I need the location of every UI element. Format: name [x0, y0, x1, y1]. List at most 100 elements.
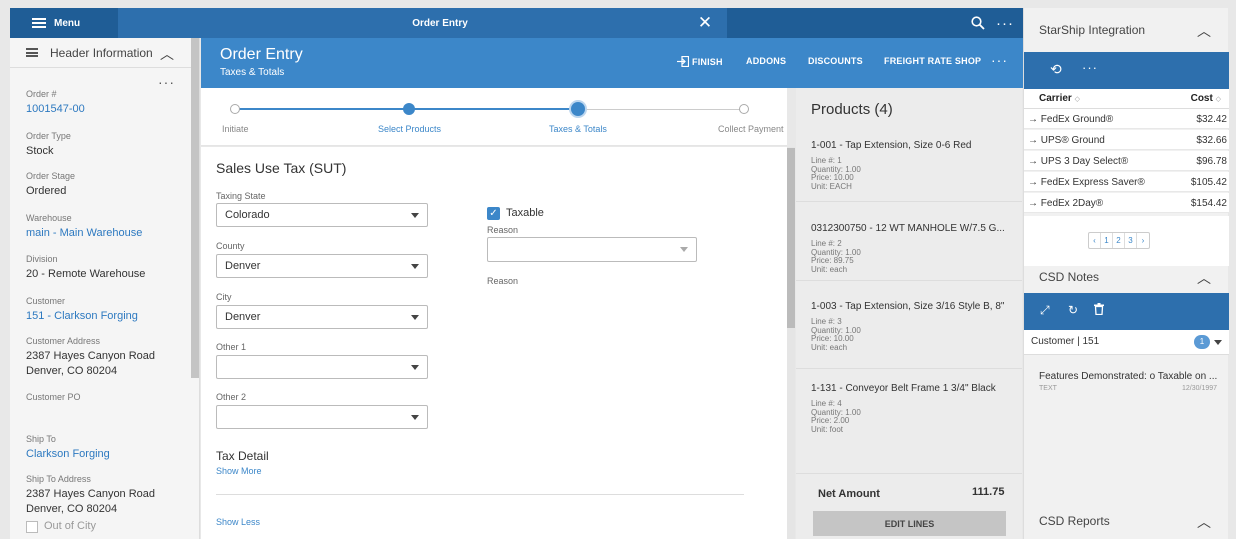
- scrollbar[interactable]: [191, 38, 199, 378]
- trash-icon[interactable]: [1094, 303, 1104, 318]
- taxing-state-label: Taxing State: [216, 191, 266, 201]
- product-details: Line #: 1 Quantity: 1.00 Price: 10.00 Unit:…: [811, 156, 861, 191]
- taxing-state-select[interactable]: Colorado: [216, 203, 428, 227]
- notes-filter-select[interactable]: Customer | 151 1: [1024, 330, 1229, 355]
- prev-page-button[interactable]: ‹: [1089, 233, 1101, 248]
- finish-button[interactable]: FINISH: [677, 56, 723, 67]
- table-row[interactable]: → UPS 3 Day Select® $96.78: [1024, 151, 1229, 171]
- product-unit: Unit: each: [811, 264, 848, 274]
- reason-select[interactable]: [487, 237, 697, 262]
- step-select-products-label: Select Products: [378, 124, 442, 134]
- chevron-up-icon[interactable]: ︿: [160, 44, 174, 64]
- other1-select[interactable]: [216, 355, 428, 379]
- csd-notes-header[interactable]: CSD Notes ︿: [1024, 262, 1229, 292]
- product-item[interactable]: 0312300750 - 12 WT MANHOLE W/7.5 G... Li…: [796, 213, 1022, 281]
- carrier-name: → UPS 3 Day Select®: [1028, 156, 1129, 167]
- table-row[interactable]: → FedEx Ground® $32.42: [1024, 109, 1229, 129]
- pager-area: ‹ 1 2 3 ›: [1024, 216, 1229, 266]
- more-options-icon[interactable]: ···: [993, 8, 1017, 38]
- table-row[interactable]: → FedEx 2Day® $154.42: [1024, 193, 1229, 213]
- search-icon[interactable]: [968, 8, 988, 38]
- carrier-cost: $105.42: [1190, 177, 1227, 188]
- page-subtitle: Taxes & Totals: [220, 67, 285, 78]
- warehouse-value[interactable]: main - Main Warehouse: [26, 226, 142, 241]
- page-1-button[interactable]: 1: [1101, 233, 1113, 248]
- note-title[interactable]: Features Demonstrated: o Taxable on ...: [1039, 371, 1219, 382]
- finish-label: FINISH: [692, 56, 723, 67]
- more-options-icon[interactable]: ···: [991, 52, 1008, 68]
- carrier-cost: $154.42: [1190, 198, 1227, 209]
- list-icon: [26, 48, 38, 57]
- scrollbar-thumb[interactable]: [787, 148, 795, 328]
- page-3-button[interactable]: 3: [1125, 233, 1137, 248]
- more-options-icon[interactable]: ···: [1082, 60, 1098, 75]
- header-information-title: Header Information: [50, 45, 153, 60]
- products-title: Products (4): [811, 101, 893, 118]
- county-select[interactable]: Denver: [216, 254, 428, 278]
- table-row[interactable]: → FedEx Express Saver® $105.42: [1024, 172, 1229, 192]
- table-header: Carrier ◇ Cost ◇: [1024, 89, 1229, 109]
- header-information-header[interactable]: Header Information ︿: [10, 38, 200, 68]
- customer-value[interactable]: 151 - Clarkson Forging: [26, 309, 138, 324]
- csd-reports-title: CSD Reports: [1039, 514, 1110, 528]
- caret-down-icon: [680, 247, 688, 252]
- notes-count-badge: 1: [1194, 335, 1210, 349]
- division-label: Division: [26, 254, 58, 264]
- menu-button[interactable]: Menu: [10, 8, 118, 38]
- chevron-up-icon[interactable]: ︿: [1197, 268, 1211, 288]
- city-select[interactable]: Denver: [216, 305, 428, 329]
- out-of-city-checkbox[interactable]: [26, 521, 38, 533]
- taxable-checkbox[interactable]: ✓: [487, 207, 500, 220]
- other2-select[interactable]: [216, 405, 428, 429]
- main-header: Order Entry Taxes & Totals FINISH ADDONS…: [201, 38, 1024, 88]
- product-name: 1-001 - Tap Extension, Size 0-6 Red: [811, 140, 972, 151]
- customer-address-label: Customer Address: [26, 336, 101, 346]
- starship-header[interactable]: StarShip Integration ︿: [1024, 15, 1229, 45]
- page-2-button[interactable]: 2: [1113, 233, 1125, 248]
- edit-lines-button[interactable]: EDIT LINES: [813, 511, 1006, 536]
- table-row[interactable]: → UPS® Ground $32.66: [1024, 130, 1229, 150]
- sort-icon: ◇: [1215, 96, 1221, 103]
- caret-down-icon: [411, 415, 419, 420]
- expand-icon[interactable]: ⤢: [1040, 303, 1050, 318]
- refresh-icon[interactable]: ⟲: [1050, 61, 1062, 78]
- step-taxes-totals-label: Taxes & Totals: [549, 124, 607, 134]
- carrier-column-header[interactable]: Carrier ◇: [1039, 93, 1080, 104]
- customer-address-line2: Denver, CO 80204: [26, 365, 118, 377]
- city-label: City: [216, 292, 232, 302]
- chevron-up-icon[interactable]: ︿: [1197, 21, 1211, 41]
- show-more-link[interactable]: Show More: [216, 466, 262, 476]
- chevron-up-icon[interactable]: ︿: [1197, 512, 1211, 532]
- carrier-header-label: Carrier: [1039, 93, 1072, 104]
- discounts-button[interactable]: DISCOUNTS: [808, 56, 863, 66]
- product-unit: Unit: EACH: [811, 181, 852, 191]
- csd-reports-header[interactable]: CSD Reports ︿: [1024, 506, 1229, 536]
- freight-rate-shop-button[interactable]: FREIGHT RATE SHOP: [884, 56, 981, 66]
- product-item[interactable]: 1-003 - Tap Extension, Size 3/16 Style B…: [796, 291, 1022, 369]
- out-of-city-label: Out of City: [44, 520, 96, 532]
- step-connector-pending: [584, 109, 744, 110]
- division-value: 20 - Remote Warehouse: [26, 268, 146, 280]
- note-date: 12/30/1997: [1182, 385, 1218, 392]
- cost-column-header[interactable]: Cost ◇: [1191, 93, 1221, 104]
- addons-button[interactable]: ADDONS: [746, 56, 786, 66]
- more-options-icon[interactable]: ···: [158, 74, 175, 90]
- refresh-icon[interactable]: ↻: [1068, 303, 1078, 317]
- ship-to-value[interactable]: Clarkson Forging: [26, 447, 110, 462]
- next-page-button[interactable]: ›: [1137, 233, 1149, 248]
- step-taxes-totals-dot[interactable]: [571, 102, 585, 116]
- step-initiate-label: Initiate: [222, 124, 249, 134]
- tax-detail-heading: Tax Detail: [216, 449, 269, 463]
- carrier-name: → FedEx 2Day®: [1028, 198, 1104, 209]
- order-no-value[interactable]: 1001547-00: [26, 102, 85, 117]
- step-select-products-dot[interactable]: [403, 103, 415, 115]
- top-bar: Menu Order Entry ✕ ···: [10, 8, 1023, 38]
- close-icon[interactable]: ✕: [693, 8, 717, 38]
- product-item[interactable]: 1-131 - Conveyor Belt Frame 1 3/4" Black…: [796, 373, 1022, 448]
- step-initiate-dot[interactable]: [230, 104, 240, 114]
- header-information-panel: Header Information ︿ ··· Order # 1001547…: [10, 38, 200, 539]
- sort-icon: ◇: [1074, 96, 1080, 103]
- step-collect-payment-dot[interactable]: [739, 104, 749, 114]
- show-less-link[interactable]: Show Less: [216, 517, 260, 527]
- product-item[interactable]: 1-001 - Tap Extension, Size 0-6 Red Line…: [796, 130, 1022, 202]
